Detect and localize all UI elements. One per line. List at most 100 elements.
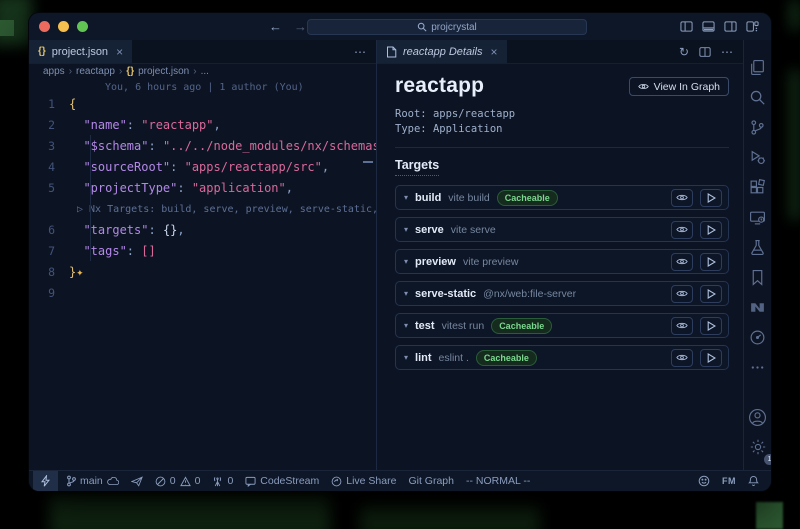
view-target-button[interactable] <box>671 253 693 271</box>
codestream-status[interactable]: CodeStream <box>239 471 325 491</box>
code-line: 4 "sourceRoot": "apps/reactapp/src", <box>29 157 376 178</box>
breadcrumb-item[interactable]: ... <box>201 66 209 77</box>
run-target-button[interactable] <box>700 317 722 335</box>
back-arrow-icon[interactable]: ← <box>269 19 282 34</box>
customize-layout-icon[interactable] <box>746 20 759 33</box>
forward-arrow-icon[interactable]: → <box>294 19 307 34</box>
toggle-sidebar-icon[interactable] <box>680 20 693 33</box>
problems-status[interactable]: 0 0 <box>149 471 207 491</box>
code-line: 9 <box>29 283 376 304</box>
eye-icon <box>676 289 688 298</box>
breadcrumb-item[interactable]: reactapp <box>76 66 115 77</box>
refresh-icon[interactable]: ↻ <box>679 45 689 59</box>
explorer-icon[interactable] <box>744 52 771 82</box>
more-actions-icon[interactable]: ⋯ <box>721 45 733 59</box>
testing-beaker-icon[interactable] <box>744 232 771 262</box>
maximize-window-button[interactable] <box>77 21 88 32</box>
target-row[interactable]: ▾ build vite build Cacheable <box>395 185 729 210</box>
target-command: vite build <box>448 192 489 204</box>
target-command: vitest run <box>442 320 485 332</box>
close-tab-icon[interactable]: × <box>116 45 123 59</box>
view-target-button[interactable] <box>671 349 693 367</box>
remote-indicator[interactable] <box>33 471 58 491</box>
time-tracker-icon[interactable] <box>744 322 771 352</box>
project-title: reactapp <box>395 74 484 98</box>
type-label: Type: <box>395 123 427 135</box>
view-target-button[interactable] <box>671 189 693 207</box>
view-target-button[interactable] <box>671 221 693 239</box>
target-row[interactable]: ▾ serve-static @nx/web:file-server <box>395 281 729 306</box>
chevron-down-icon[interactable]: ▾ <box>404 257 408 266</box>
bookmarks-icon[interactable] <box>744 262 771 292</box>
target-row[interactable]: ▾ lint eslint . Cacheable <box>395 345 729 370</box>
toggle-panel-icon[interactable] <box>702 20 715 33</box>
remote-explorer-icon[interactable] <box>744 202 771 232</box>
comment-icon <box>245 476 256 487</box>
split-editor-icon[interactable] <box>699 46 711 58</box>
live-share-status[interactable]: Live Share <box>325 471 402 491</box>
nx-cloud-status[interactable] <box>125 471 149 491</box>
view-target-button[interactable] <box>671 285 693 303</box>
target-row[interactable]: ▾ preview vite preview <box>395 249 729 274</box>
vim-mode-indicator[interactable]: -- NORMAL -- <box>460 471 536 491</box>
code-line: 6 "targets": {}, <box>29 220 376 241</box>
run-debug-icon[interactable] <box>744 142 771 172</box>
target-name: serve-static <box>415 288 476 300</box>
code-editor[interactable]: You, 6 hours ago | 1 author (You) 1{2 "n… <box>29 79 376 470</box>
target-row[interactable]: ▾ test vitest run Cacheable <box>395 313 729 338</box>
git-graph-status[interactable]: Git Graph <box>402 471 460 491</box>
tab-reactapp-details[interactable]: reactapp Details × <box>377 40 508 63</box>
tab-label: reactapp Details <box>403 46 483 58</box>
layout-controls <box>680 13 759 40</box>
run-target-button[interactable] <box>700 349 722 367</box>
tab-project-json[interactable]: {} project.json × <box>29 40 133 63</box>
chevron-down-icon[interactable]: ▾ <box>404 225 408 234</box>
toggle-secondary-sidebar-icon[interactable] <box>724 20 737 33</box>
run-target-button[interactable] <box>700 189 722 207</box>
run-target-button[interactable] <box>700 253 722 271</box>
chevron-down-icon[interactable]: ▾ <box>404 193 408 202</box>
target-name: lint <box>415 352 432 364</box>
search-icon <box>417 22 427 32</box>
code-line: 3 "$schema": "../../node_modules/nx/sche… <box>29 136 376 157</box>
notifications-bell[interactable] <box>742 475 765 487</box>
share-icon <box>331 476 342 487</box>
breadcrumb-item[interactable]: apps <box>43 66 65 77</box>
git-branch-status[interactable]: main <box>60 471 125 491</box>
breadcrumb-item[interactable]: project.json <box>138 66 189 77</box>
error-count: 0 <box>170 475 176 487</box>
target-row[interactable]: ▾ serve vite serve <box>395 217 729 242</box>
cacheable-badge: Cacheable <box>491 318 552 334</box>
radio-tower-icon <box>212 476 223 487</box>
run-target-button[interactable] <box>700 285 722 303</box>
fm-indicator[interactable]: FM <box>716 476 742 486</box>
line-number: 3 <box>29 136 69 157</box>
chevron-down-icon[interactable]: ▾ <box>404 289 408 298</box>
settings-gear[interactable]: 1 <box>744 432 771 462</box>
cacheable-badge: Cacheable <box>476 350 537 366</box>
gear-icon <box>749 438 767 456</box>
chevron-down-icon[interactable]: ▾ <box>404 321 408 330</box>
breadcrumb[interactable]: apps› reactapp› {} project.json› ... <box>29 64 376 79</box>
feedback-smiley[interactable] <box>692 475 716 487</box>
ports-status[interactable]: 0 <box>206 471 239 491</box>
type-value: Application <box>433 123 503 135</box>
more-actions-icon[interactable]: ⋯ <box>354 45 366 59</box>
close-window-button[interactable] <box>39 21 50 32</box>
run-target-button[interactable] <box>700 221 722 239</box>
minimize-window-button[interactable] <box>58 21 69 32</box>
codelens-row[interactable]: ▷ Nx Targets: build, serve, preview, ser… <box>29 199 376 220</box>
view-target-button[interactable] <box>671 317 693 335</box>
command-center-search[interactable]: projcrystal <box>307 19 587 35</box>
nx-console-icon[interactable] <box>744 292 771 322</box>
view-in-graph-button[interactable]: View In Graph <box>629 77 729 96</box>
warning-count: 0 <box>195 475 201 487</box>
close-tab-icon[interactable]: × <box>491 45 498 59</box>
additional-views-icon[interactable] <box>744 352 771 382</box>
extensions-icon[interactable] <box>744 172 771 202</box>
source-control-icon[interactable] <box>744 112 771 142</box>
chevron-down-icon[interactable]: ▾ <box>404 353 408 362</box>
wallpaper-patch <box>0 20 14 36</box>
account-icon[interactable] <box>744 402 771 432</box>
search-icon[interactable] <box>744 82 771 112</box>
